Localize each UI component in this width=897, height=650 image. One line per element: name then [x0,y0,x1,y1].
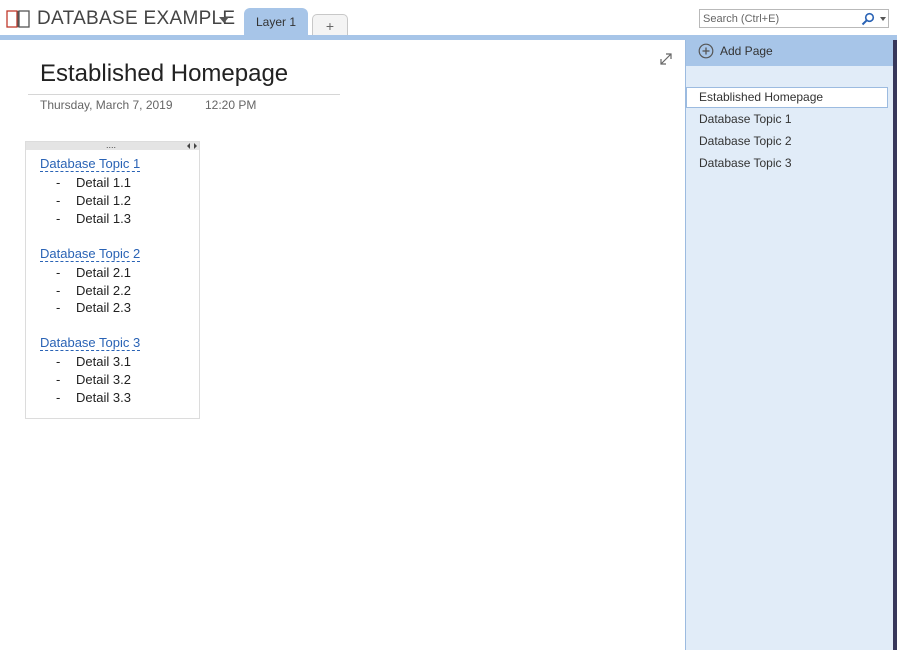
section-tab-layer-1[interactable]: Layer 1 [244,8,308,38]
page-list-item-database-topic-1[interactable]: Database Topic 1 [686,109,888,130]
window-edge [893,40,897,650]
add-section-tab[interactable]: + [312,14,348,37]
list-bullet: - [56,211,61,226]
list-item-text[interactable]: Detail 1.2 [76,193,131,208]
search-icon[interactable] [861,12,875,26]
list-bullet: - [56,265,61,280]
list-item-text[interactable]: Detail 3.2 [76,372,131,387]
page-list-item-database-topic-3[interactable]: Database Topic 3 [686,153,888,174]
list-item-text[interactable]: Detail 3.1 [76,354,131,369]
list-bullet: - [56,283,61,298]
list-bullet: - [56,354,61,369]
list-item-text[interactable]: Detail 2.3 [76,300,131,315]
page-list-item-database-topic-2[interactable]: Database Topic 2 [686,131,888,152]
list-bullet: - [56,193,61,208]
drag-dots-icon[interactable]: .... [106,140,116,150]
list-item-text[interactable]: Detail 1.3 [76,211,131,226]
topic-link-2[interactable]: Database Topic 2 [40,247,141,262]
add-page-icon[interactable] [698,43,714,59]
expand-icon[interactable] [659,52,673,66]
list-bullet: - [56,300,61,315]
add-page-label[interactable]: Add Page [720,44,773,58]
notebook-title[interactable]: DATABASE EXAMPLE [37,8,235,30]
list-item-text[interactable]: Detail 2.2 [76,283,131,298]
resize-arrows-icon[interactable] [187,143,197,149]
search-scope-dropdown-icon[interactable] [880,17,886,21]
add-page-button[interactable] [686,40,893,66]
page-list-item-established-homepage[interactable]: Established Homepage [686,87,888,108]
note-container-handle[interactable]: .... [26,140,199,150]
notebook-dropdown-icon[interactable] [219,17,229,23]
title-divider [28,94,340,95]
list-bullet: - [56,372,61,387]
list-item-text[interactable]: Detail 3.3 [76,390,131,405]
list-bullet: - [56,390,61,405]
topic-link-1[interactable]: Database Topic 1 [40,157,141,172]
page-title[interactable]: Established Homepage [40,60,288,88]
notebook-icon[interactable] [6,10,30,28]
page-date: Thursday, March 7, 2019 [40,98,173,112]
search-box[interactable] [699,9,889,28]
page-time: 12:20 PM [205,98,257,112]
list-bullet: - [56,175,61,190]
note-container[interactable]: .... Database Topic 1 - Detail 1.1 - Det… [25,140,200,419]
list-item-text[interactable]: Detail 1.1 [76,175,131,190]
search-input[interactable] [703,11,853,26]
topic-link-3[interactable]: Database Topic 3 [40,336,141,351]
title-bar: DATABASE EXAMPLE Layer 1 + [0,0,897,38]
list-item-text[interactable]: Detail 2.1 [76,265,131,280]
